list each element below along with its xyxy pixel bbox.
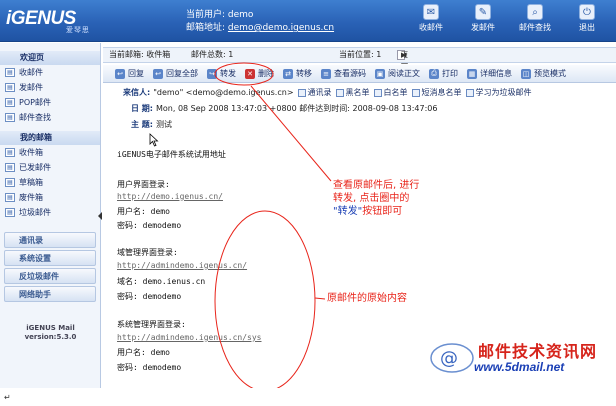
sidebar-item-label: 垃圾邮件	[19, 208, 51, 217]
find-icon: ▤	[5, 113, 15, 122]
sidebar-button-antispam[interactable]: 反垃圾邮件	[4, 268, 96, 284]
annotation-line-2: 转发, 点击圈中的	[333, 193, 410, 204]
version-number: version:5.3.0	[24, 333, 77, 341]
sidebar-item-label: 邮件查找	[19, 113, 51, 122]
exit-icon: ⏻	[579, 4, 595, 20]
annotation-line-3: "转发"按钮即可	[333, 205, 419, 218]
sidebar-item-sent[interactable]: ▤ 已发邮件	[0, 160, 100, 175]
top-compose-label: 发邮件	[471, 23, 495, 32]
sidebar-button-contacts[interactable]: 通讯录	[4, 232, 96, 248]
top-header: iGENUS 爱 琴 思 当前用户: demo 邮箱地址: demo@demo.…	[0, 0, 616, 42]
sidebar-mailbox-title: 我的邮箱	[0, 131, 100, 145]
sent-folder-icon: ▤	[5, 163, 15, 172]
search-icon: ⌕	[527, 4, 543, 20]
top-receive-label: 收邮件	[419, 23, 443, 32]
watermark-title: 邮件技术资讯网	[478, 342, 598, 361]
watermark-url: www.5dmail.net	[474, 360, 565, 374]
sidebar-item-label: 发邮件	[19, 83, 43, 92]
sidebar-button-settings[interactable]: 系统设置	[4, 250, 96, 266]
sidebar-item-inbox[interactable]: ▤ 收件箱	[0, 145, 100, 160]
user-info: 当前用户: demo 邮箱地址: demo@demo.igenus.cn	[186, 9, 334, 35]
watermark-email-icon: @	[430, 343, 474, 373]
top-exit-button[interactable]: ⏻ 退出	[564, 4, 610, 38]
sidebar-item-label: 废件箱	[19, 193, 43, 202]
sidebar-item-label: POP邮件	[19, 98, 51, 107]
version-info: iGENUS Mail version:5.3.0	[0, 324, 101, 342]
inbox-icon: ✉	[423, 4, 439, 20]
sidebar-collapse-arrow[interactable]	[98, 212, 102, 220]
current-user: 当前用户: demo	[186, 10, 254, 20]
sidebar-item-trash[interactable]: ▤ 废件箱	[0, 190, 100, 205]
annotation-arrow-2	[314, 297, 326, 300]
top-search-label: 邮件查找	[519, 23, 551, 32]
inbox-folder-icon: ▤	[5, 148, 15, 157]
top-search-button[interactable]: ⌕ 邮件查找	[512, 4, 558, 38]
sidebar-button-assistant[interactable]: 网络助手	[4, 286, 96, 302]
original-content-annotation: 原邮件的原始内容	[327, 293, 407, 304]
mail-address-row: 邮箱地址: demo@demo.igenus.cn	[186, 22, 334, 35]
body-highlight-circle	[214, 210, 316, 388]
annotation-quote: "转发"	[333, 206, 363, 217]
sidebar-item-label: 收邮件	[19, 68, 43, 77]
spam-folder-icon: ▤	[5, 208, 15, 217]
sidebar-item-receive[interactable]: ▤ 收邮件	[0, 65, 100, 80]
sidebar-item-label: 已发邮件	[19, 163, 51, 172]
watermark: @ 邮件技术资讯网 www.5dmail.net	[430, 338, 610, 380]
compose-icon: ✎	[475, 4, 491, 20]
logo-subtext: 爱 琴 思	[66, 27, 89, 34]
mail-address-label: 邮箱地址:	[186, 23, 226, 33]
sidebar-item-find[interactable]: ▤ 邮件查找	[0, 110, 100, 125]
svg-text:@: @	[440, 348, 458, 369]
top-receive-button[interactable]: ✉ 收邮件	[408, 4, 454, 38]
sidebar-item-spam[interactable]: ▤ 垃圾邮件	[0, 205, 100, 220]
receive-icon: ▤	[5, 68, 15, 77]
sidebar-item-label: 草稿箱	[19, 178, 43, 187]
sidebar-item-send[interactable]: ▤ 发邮件	[0, 80, 100, 95]
mail-address-link[interactable]: demo@demo.igenus.cn	[228, 23, 334, 33]
top-compose-button[interactable]: ✎ 发邮件	[460, 4, 506, 38]
paragraph-mark: ↵	[4, 393, 11, 402]
app-logo: iGENUS 爱 琴 思	[6, 8, 106, 34]
top-exit-label: 退出	[579, 23, 595, 32]
version-name: iGENUS Mail	[26, 324, 75, 332]
sidebar-item-drafts[interactable]: ▤ 草稿箱	[0, 175, 100, 190]
pop-icon: ▤	[5, 98, 15, 107]
sidebar: 欢迎页 ▤ 收邮件 ▤ 发邮件 ▤ POP邮件 ▤ 邮件查找 我的邮箱 ▤ 收件…	[0, 43, 101, 388]
annotation-arrow-1	[250, 85, 332, 182]
sidebar-item-pop[interactable]: ▤ POP邮件	[0, 95, 100, 110]
draft-folder-icon: ▤	[5, 178, 15, 187]
annotation-line-3-rest: 按钮即可	[362, 206, 403, 217]
forward-annotation: 查看原邮件后, 进行 转发, 点击圈中的 "转发"按钮即可	[333, 179, 419, 218]
annotation-line-1: 查看原邮件后, 进行	[333, 180, 420, 191]
top-toolbar: ✉ 收邮件 ✎ 发邮件 ⌕ 邮件查找 ⏻ 退出	[408, 4, 610, 38]
sidebar-welcome[interactable]: 欢迎页	[0, 51, 100, 65]
main-panel: 当前邮箱: 收件箱 邮件总数: 1 当前位置: 1 ◀ 上一封 ▶ 下一封 ↩回…	[103, 43, 616, 388]
trash-folder-icon: ▤	[5, 193, 15, 202]
send-icon: ▤	[5, 83, 15, 92]
sidebar-item-label: 收件箱	[19, 148, 43, 157]
